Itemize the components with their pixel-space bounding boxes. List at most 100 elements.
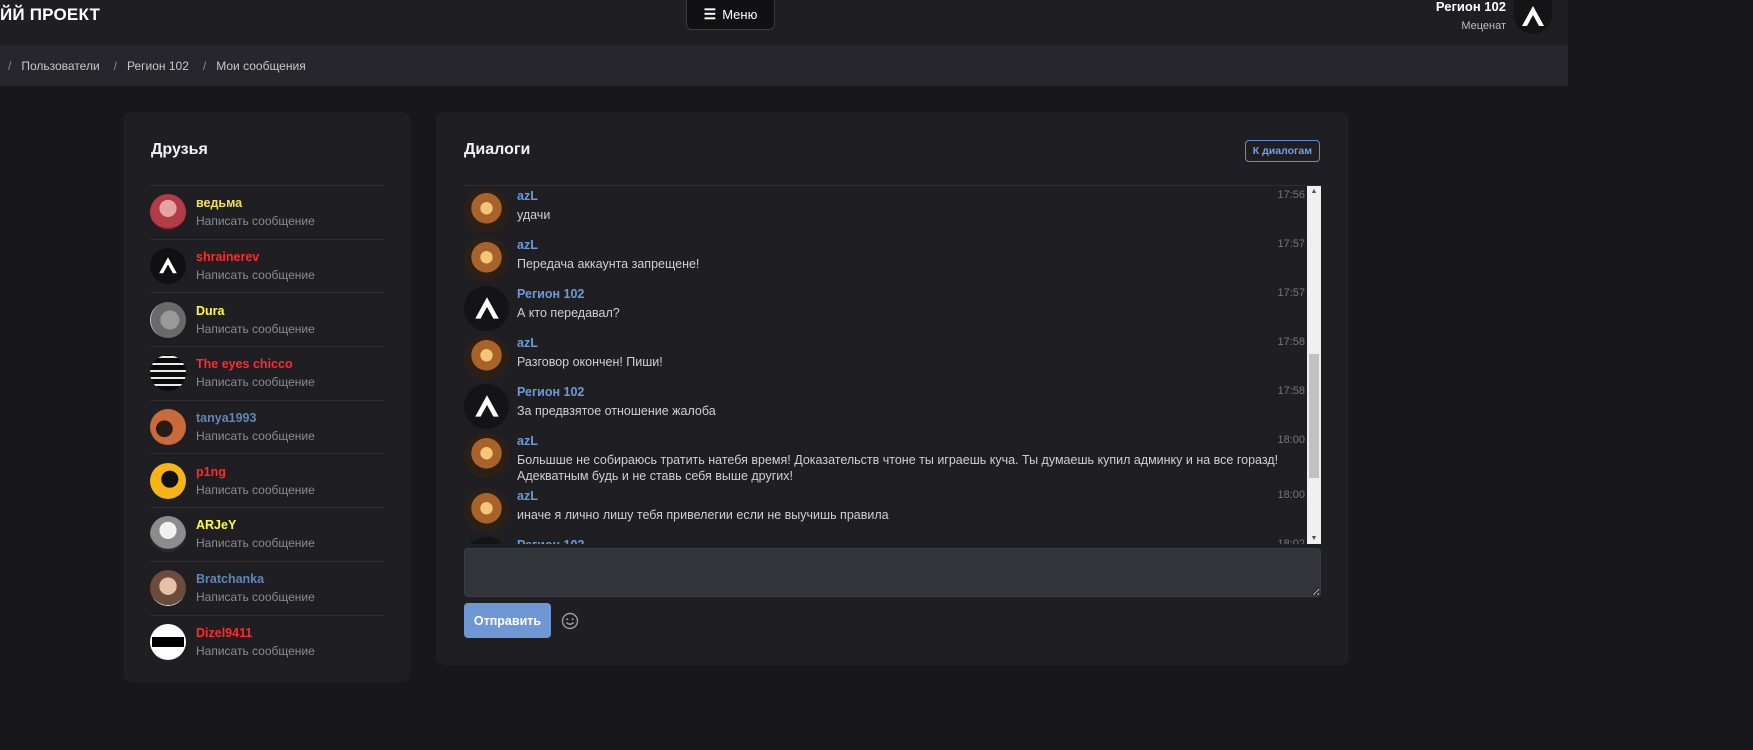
friend-write-message[interactable]: Написать сообщение [196,375,315,389]
avatar[interactable] [464,537,509,544]
message-scrollbar[interactable]: ▲ ▼ [1307,186,1321,544]
message-text: За предвзятое отношение жалоба [517,404,716,418]
send-button[interactable]: Отправить [464,603,551,638]
avatar [150,462,186,499]
friend-item[interactable]: ведьма Написать сообщение [150,185,384,239]
dialogs-title: Диалоги [464,141,531,158]
friends-list: ведьма Написать сообщение shrainerev Напис… [150,185,384,668]
message-time: 17:58 [1277,336,1305,348]
message-row: azL иначе я лично лишу тебя привелегии ес… [464,486,1321,535]
friend-name[interactable]: tanya1993 [196,411,315,426]
avatar[interactable] [464,237,509,282]
friend-name[interactable]: shrainerev [196,250,315,265]
message-author[interactable]: azL [517,335,663,351]
message-author[interactable]: azL [517,433,1307,449]
friend-item[interactable]: Dizel9411 Написать сообщение [150,614,384,669]
friend-name[interactable]: Dizel9411 [196,626,315,641]
friend-item[interactable]: tanya1993 Написать сообщение [150,399,384,454]
friend-name[interactable]: Dura [196,304,315,319]
message-text: Разговор окончен! Пиши! [517,355,663,369]
message-text: удачи [517,208,551,222]
friend-item[interactable]: p1ng Написать сообщение [150,453,384,507]
avatar[interactable] [464,286,509,331]
friend-write-message[interactable]: Написать сообщение [196,644,315,658]
friend-write-message[interactable]: Написать сообщение [196,429,315,443]
friend-write-message[interactable]: Написать сообщение [196,268,315,282]
breadcrumb-profile[interactable]: Регион 102 [127,59,189,73]
smiley-icon[interactable] [560,611,580,631]
message-time: 18:02 [1277,538,1305,544]
diesel-logo-icon [152,636,184,647]
back-to-dialogs-button[interactable]: К диалогам [1244,140,1320,162]
dialogs-panel: Диалоги К диалогам azL удачи 17:56 azL Перед… [436,112,1349,665]
friend-name[interactable]: p1ng [196,465,315,480]
friends-panel: Друзья ведьма Написать сообщение shrainer… [123,112,410,682]
menu-label: Меню [722,7,758,22]
message-text: иначе я лично лишу тебя привелегии если … [517,508,889,522]
friend-item[interactable]: The eyes chicco Написать сообщение [150,346,384,400]
avatar [150,301,186,338]
avatar [150,516,186,553]
avatar [150,194,186,231]
avatar[interactable] [464,384,509,429]
message-row: Регион 102 За предвзятое отношение жалоба… [464,382,1321,431]
message-row: azL Разговор окончен! Пиши! 17:58 [464,333,1321,382]
avatar [150,248,186,285]
avatar [150,623,186,660]
message-time: 18:00 [1277,434,1305,446]
scrollbar-thumb[interactable] [1309,354,1319,478]
message-time: 17:58 [1277,385,1305,397]
breadcrumb-separator: / [8,59,12,73]
message-text: А кто передавал? [517,306,620,320]
message-time: 17:57 [1277,287,1305,299]
avatar[interactable] [464,488,509,533]
message-row: Регион 102 А кто передавал? 17:57 [464,284,1321,333]
friend-item[interactable]: ARJeY Написать сообщение [150,507,384,561]
message-text: Передача аккаунта запрещене! [517,257,700,271]
message-author[interactable]: azL [517,237,699,253]
site-brand[interactable]: ЙЙ ПРОЕКТ [0,5,100,25]
message-author[interactable]: azL [517,188,550,204]
message-input[interactable] [464,548,1321,597]
user-info[interactable]: Регион 102 Меценат [1436,0,1506,32]
scroll-up-arrow-icon[interactable]: ▲ [1307,186,1321,198]
message-author[interactable]: azL [517,488,889,504]
message-time: 17:57 [1277,238,1305,250]
friend-name[interactable]: ведьма [196,196,315,211]
message-list[interactable]: azL удачи 17:56 azL Передача аккаунта запрещ… [464,185,1321,544]
friend-write-message[interactable]: Написать сообщение [196,214,315,228]
hamburger-icon: ☰ [703,6,717,22]
friend-write-message[interactable]: Написать сообщение [196,536,315,550]
breadcrumb-users[interactable]: Пользователи [21,59,99,73]
friend-name[interactable]: Bratchanka [196,572,315,587]
friend-item[interactable]: Dura Написать сообщение [150,292,384,346]
friend-item[interactable]: Bratchanka Написать сообщение [150,560,384,615]
breadcrumb-messages[interactable]: Мои сообщения [216,59,305,73]
message-author[interactable]: Регион 102 [517,537,584,544]
breadcrumb-separator: / [113,59,118,73]
brand-logo-icon [474,394,499,417]
message-author[interactable]: Регион 102 [517,384,716,400]
user-name: Регион 102 [1435,0,1506,14]
brand-logo-icon [474,296,499,319]
message-author[interactable]: Регион 102 [517,286,620,302]
avatar [150,570,186,607]
friend-write-message[interactable]: Написать сообщение [196,590,315,604]
brand-logo-icon [159,257,177,274]
message-row: azL Передача аккаунта запрещене! 17:57 [464,235,1321,284]
friend-write-message[interactable]: Написать сообщение [196,483,315,497]
top-bar: ЙЙ ПРОЕКТ ☰ Меню Регион 102 Меценат [0,0,1568,45]
friend-write-message[interactable]: Написать сообщение [196,322,315,336]
friend-item[interactable]: shrainerev Написать сообщение [150,238,384,293]
avatar [150,355,186,392]
brand-logo-icon [1522,6,1544,26]
avatar[interactable] [464,335,509,380]
menu-button[interactable]: ☰ Меню [686,0,775,30]
friend-name[interactable]: ARJeY [196,518,315,533]
avatar[interactable] [464,433,509,478]
friend-name[interactable]: The eyes chicco [196,357,315,372]
avatar[interactable] [464,188,509,233]
message-row: Регион 102 18:02 [464,535,1321,544]
user-avatar[interactable] [1514,0,1552,34]
scroll-down-arrow-icon[interactable]: ▼ [1307,533,1321,544]
